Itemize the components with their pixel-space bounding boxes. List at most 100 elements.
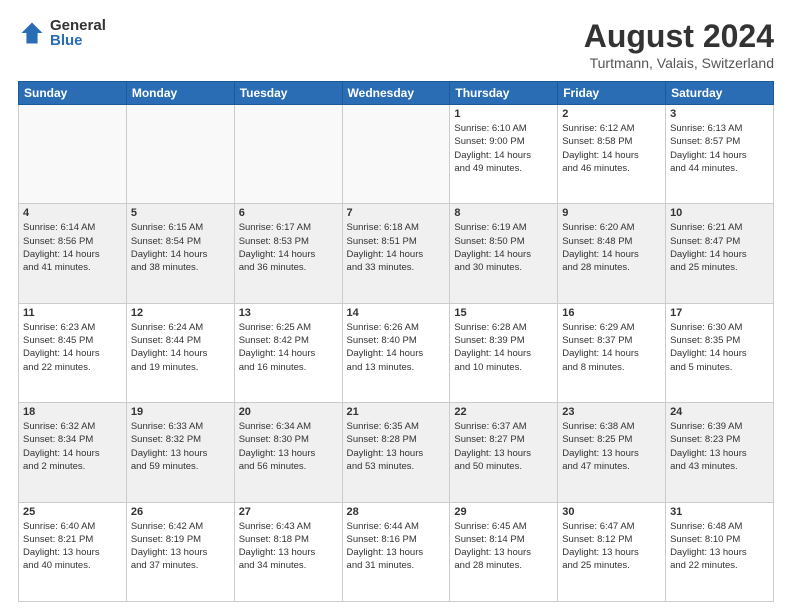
table-row: 13 Sunrise: 6:25 AM Sunset: 8:42 PM Dayli… [234, 303, 342, 402]
header: General Blue August 2024 Turtmann, Valai… [18, 18, 774, 71]
table-row: 18 Sunrise: 6:32 AM Sunset: 8:34 PM Dayli… [19, 403, 127, 502]
table-row: 31Sunrise: 6:48 AM Sunset: 8:10 PM Dayli… [666, 502, 774, 601]
day-number: 12 [131, 307, 230, 319]
day-info: Sunrise: 6:34 AM Sunset: 8:30 PM Dayligh… [239, 420, 338, 473]
col-sunday: Sunday [19, 82, 127, 105]
day-number: 9 [562, 207, 661, 219]
day-info: Sunrise: 6:38 AM Sunset: 8:25 PM Dayligh… [562, 420, 661, 473]
month-year-title: August 2024 [584, 18, 774, 55]
table-row: 28Sunrise: 6:44 AM Sunset: 8:16 PM Dayli… [342, 502, 450, 601]
day-info: Sunrise: 6:37 AM Sunset: 8:27 PM Dayligh… [454, 420, 553, 473]
day-info: Sunrise: 6:18 AM Sunset: 8:51 PM Dayligh… [347, 221, 446, 274]
day-info: Sunrise: 6:14 AM Sunset: 8:56 PM Dayligh… [23, 221, 122, 274]
day-info: Sunrise: 6:43 AM Sunset: 8:18 PM Dayligh… [239, 520, 338, 573]
day-number: 24 [670, 406, 769, 418]
day-info: Sunrise: 6:21 AM Sunset: 8:47 PM Dayligh… [670, 221, 769, 274]
day-info: Sunrise: 6:25 AM Sunset: 8:42 PM Dayligh… [239, 321, 338, 374]
calendar-header-row: Sunday Monday Tuesday Wednesday Thursday… [19, 82, 774, 105]
table-row: 17 Sunrise: 6:30 AM Sunset: 8:35 PM Dayli… [666, 303, 774, 402]
day-info: Sunrise: 6:47 AM Sunset: 8:12 PM Dayligh… [562, 520, 661, 573]
day-info: Sunrise: 6:45 AM Sunset: 8:14 PM Dayligh… [454, 520, 553, 573]
table-row: 23 Sunrise: 6:38 AM Sunset: 8:25 PM Dayli… [558, 403, 666, 502]
day-info: Sunrise: 6:30 AM Sunset: 8:35 PM Dayligh… [670, 321, 769, 374]
day-number: 30 [562, 506, 661, 518]
day-number: 25 [23, 506, 122, 518]
table-row: 22Sunrise: 6:37 AM Sunset: 8:27 PM Dayli… [450, 403, 558, 502]
day-number: 11 [23, 307, 122, 319]
day-number: 16 [562, 307, 661, 319]
day-info: Sunrise: 6:10 AM Sunset: 9:00 PM Dayligh… [454, 122, 553, 175]
table-row: 27 Sunrise: 6:43 AM Sunset: 8:18 PM Dayli… [234, 502, 342, 601]
logo-blue: Blue [50, 33, 106, 48]
table-row: 11 Sunrise: 6:23 AM Sunset: 8:45 PM Dayli… [19, 303, 127, 402]
table-row: 24 Sunrise: 6:39 AM Sunset: 8:23 PM Dayli… [666, 403, 774, 502]
day-info: Sunrise: 6:26 AM Sunset: 8:40 PM Dayligh… [347, 321, 446, 374]
col-monday: Monday [126, 82, 234, 105]
col-tuesday: Tuesday [234, 82, 342, 105]
table-row: 8Sunrise: 6:19 AM Sunset: 8:50 PM Daylig… [450, 204, 558, 303]
table-row: 25 Sunrise: 6:40 AM Sunset: 8:21 PM Dayli… [19, 502, 127, 601]
table-row: 6 Sunrise: 6:17 AM Sunset: 8:53 PM Daylig… [234, 204, 342, 303]
day-number: 18 [23, 406, 122, 418]
page: General Blue August 2024 Turtmann, Valai… [0, 0, 792, 612]
day-info: Sunrise: 6:39 AM Sunset: 8:23 PM Dayligh… [670, 420, 769, 473]
day-number: 15 [454, 307, 553, 319]
table-row [19, 105, 127, 204]
day-info: Sunrise: 6:15 AM Sunset: 8:54 PM Dayligh… [131, 221, 230, 274]
col-saturday: Saturday [666, 82, 774, 105]
table-row [234, 105, 342, 204]
day-info: Sunrise: 6:48 AM Sunset: 8:10 PM Dayligh… [670, 520, 769, 573]
week-row-1: 1 Sunrise: 6:10 AM Sunset: 9:00 PM Daylig… [19, 105, 774, 204]
day-number: 23 [562, 406, 661, 418]
title-section: August 2024 Turtmann, Valais, Switzerlan… [584, 18, 774, 71]
week-row-4: 18 Sunrise: 6:32 AM Sunset: 8:34 PM Dayli… [19, 403, 774, 502]
day-number: 27 [239, 506, 338, 518]
col-wednesday: Wednesday [342, 82, 450, 105]
day-number: 5 [131, 207, 230, 219]
day-number: 10 [670, 207, 769, 219]
table-row: 21Sunrise: 6:35 AM Sunset: 8:28 PM Dayli… [342, 403, 450, 502]
table-row: 16 Sunrise: 6:29 AM Sunset: 8:37 PM Dayli… [558, 303, 666, 402]
location-subtitle: Turtmann, Valais, Switzerland [584, 55, 774, 71]
day-number: 14 [347, 307, 446, 319]
day-info: Sunrise: 6:29 AM Sunset: 8:37 PM Dayligh… [562, 321, 661, 374]
table-row: 30 Sunrise: 6:47 AM Sunset: 8:12 PM Dayli… [558, 502, 666, 601]
table-row: 2 Sunrise: 6:12 AM Sunset: 8:58 PM Daylig… [558, 105, 666, 204]
table-row: 29 Sunrise: 6:45 AM Sunset: 8:14 PM Dayli… [450, 502, 558, 601]
day-info: Sunrise: 6:42 AM Sunset: 8:19 PM Dayligh… [131, 520, 230, 573]
table-row: 7Sunrise: 6:18 AM Sunset: 8:51 PM Daylig… [342, 204, 450, 303]
day-info: Sunrise: 6:17 AM Sunset: 8:53 PM Dayligh… [239, 221, 338, 274]
day-number: 29 [454, 506, 553, 518]
table-row: 10 Sunrise: 6:21 AM Sunset: 8:47 PM Dayli… [666, 204, 774, 303]
day-info: Sunrise: 6:32 AM Sunset: 8:34 PM Dayligh… [23, 420, 122, 473]
logo-text: General Blue [50, 18, 106, 48]
day-info: Sunrise: 6:40 AM Sunset: 8:21 PM Dayligh… [23, 520, 122, 573]
day-number: 17 [670, 307, 769, 319]
day-number: 28 [347, 506, 446, 518]
day-number: 6 [239, 207, 338, 219]
day-info: Sunrise: 6:33 AM Sunset: 8:32 PM Dayligh… [131, 420, 230, 473]
day-info: Sunrise: 6:23 AM Sunset: 8:45 PM Dayligh… [23, 321, 122, 374]
day-info: Sunrise: 6:12 AM Sunset: 8:58 PM Dayligh… [562, 122, 661, 175]
table-row [342, 105, 450, 204]
day-number: 26 [131, 506, 230, 518]
table-row: 19 Sunrise: 6:33 AM Sunset: 8:32 PM Dayli… [126, 403, 234, 502]
day-number: 1 [454, 108, 553, 120]
logo: General Blue [18, 18, 106, 48]
day-info: Sunrise: 6:20 AM Sunset: 8:48 PM Dayligh… [562, 221, 661, 274]
day-number: 2 [562, 108, 661, 120]
table-row: 12 Sunrise: 6:24 AM Sunset: 8:44 PM Dayli… [126, 303, 234, 402]
day-number: 3 [670, 108, 769, 120]
table-row: 9 Sunrise: 6:20 AM Sunset: 8:48 PM Daylig… [558, 204, 666, 303]
week-row-2: 4Sunrise: 6:14 AM Sunset: 8:56 PM Daylig… [19, 204, 774, 303]
day-number: 19 [131, 406, 230, 418]
day-info: Sunrise: 6:19 AM Sunset: 8:50 PM Dayligh… [454, 221, 553, 274]
day-info: Sunrise: 6:28 AM Sunset: 8:39 PM Dayligh… [454, 321, 553, 374]
calendar-table: Sunday Monday Tuesday Wednesday Thursday… [18, 81, 774, 602]
day-number: 13 [239, 307, 338, 319]
col-friday: Friday [558, 82, 666, 105]
day-info: Sunrise: 6:24 AM Sunset: 8:44 PM Dayligh… [131, 321, 230, 374]
week-row-5: 25 Sunrise: 6:40 AM Sunset: 8:21 PM Dayli… [19, 502, 774, 601]
table-row: 15 Sunrise: 6:28 AM Sunset: 8:39 PM Dayli… [450, 303, 558, 402]
logo-general: General [50, 18, 106, 33]
